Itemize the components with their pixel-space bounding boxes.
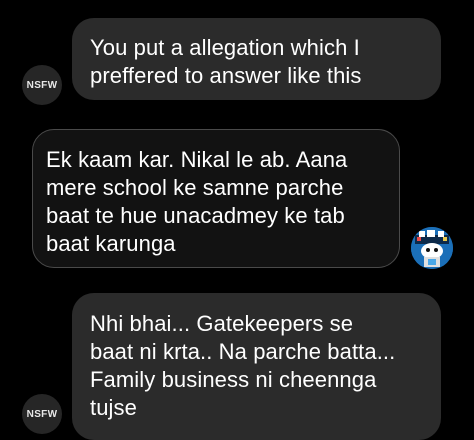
message-text: Ek kaam kar. Nikal le ab. Aana mere scho… bbox=[46, 146, 347, 258]
message-line: baat te hue unacadmey ke tab bbox=[46, 203, 345, 228]
avatar[interactable]: NSFW bbox=[22, 394, 62, 434]
avatar-label: NSFW bbox=[26, 408, 58, 420]
message-line: You put a allegation which I bbox=[90, 35, 360, 60]
message-line: baat karunga bbox=[46, 231, 176, 256]
message-line: preffered to answer like this bbox=[90, 63, 362, 88]
avatar[interactable]: NSFW bbox=[22, 65, 62, 105]
message-line: baat ni krta.. Na parche batta... bbox=[90, 339, 396, 364]
avatar-label: NSFW bbox=[26, 79, 58, 91]
message-bubble-incoming[interactable]: You put a allegation which I preffered t… bbox=[72, 18, 441, 100]
message-line: Ek kaam kar. Nikal le ab. Aana bbox=[46, 147, 348, 172]
cartoon-avatar-icon bbox=[411, 227, 453, 269]
message-bubble-incoming[interactable]: Nhi bhai... Gatekeepers se baat ni krta.… bbox=[72, 293, 441, 440]
chat-thread: You put a allegation which I preffered t… bbox=[0, 0, 474, 440]
message-line: mere school ke samne parche bbox=[46, 175, 344, 200]
avatar[interactable] bbox=[411, 227, 453, 269]
message-line: tujse bbox=[90, 395, 137, 420]
message-text: You put a allegation which I preffered t… bbox=[90, 34, 362, 90]
message-line: Nhi bhai... Gatekeepers se bbox=[90, 311, 354, 336]
message-bubble-outgoing[interactable]: Ek kaam kar. Nikal le ab. Aana mere scho… bbox=[32, 129, 400, 268]
message-text: Nhi bhai... Gatekeepers se baat ni krta.… bbox=[90, 310, 395, 422]
message-line: Family business ni cheennga bbox=[90, 367, 377, 392]
